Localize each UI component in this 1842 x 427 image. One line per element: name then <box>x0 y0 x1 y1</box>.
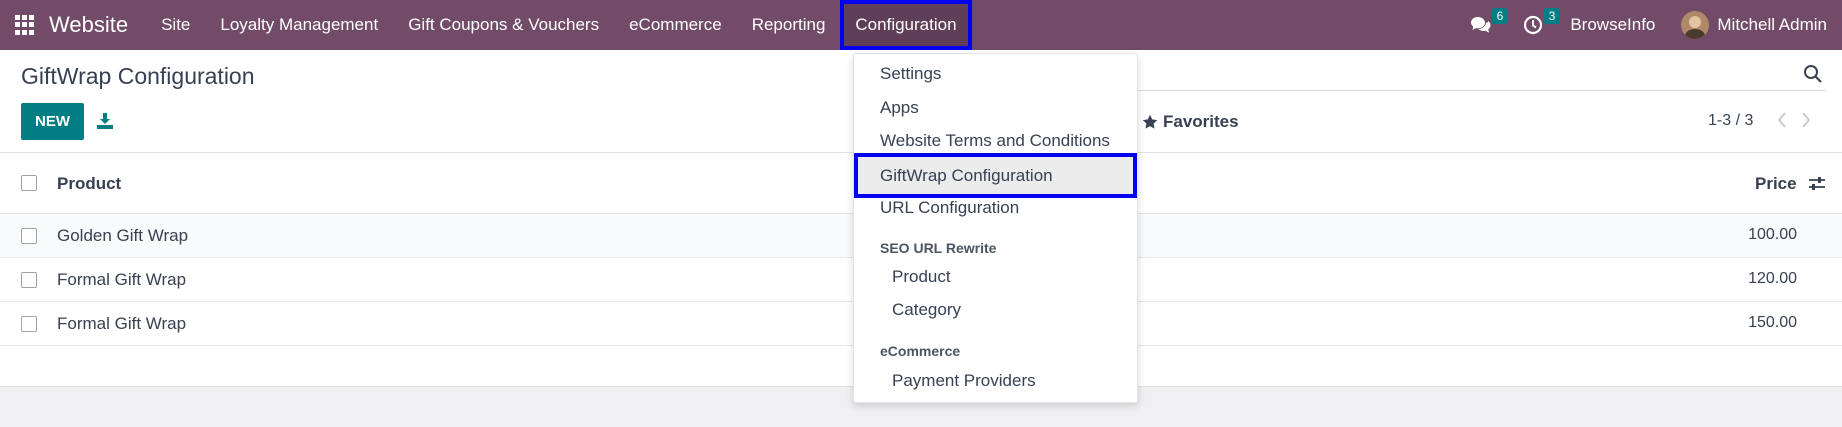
dropdown-item-seo-category[interactable]: Category <box>854 293 1137 326</box>
chevron-left-icon <box>1777 112 1786 128</box>
dropdown-section-seo: SEO URL Rewrite <box>880 240 997 256</box>
pager-next-button[interactable] <box>1798 110 1814 130</box>
menu-ecommerce[interactable]: eCommerce <box>614 0 737 50</box>
dropdown-item-url-configuration[interactable]: URL Configuration <box>854 191 1137 224</box>
dropdown-section-ecommerce: eCommerce <box>880 343 961 359</box>
company-switcher[interactable]: BrowseInfo <box>1570 15 1655 35</box>
column-header-price[interactable]: Price <box>1755 174 1797 194</box>
chat-icon <box>1471 17 1491 33</box>
row-checkbox[interactable] <box>21 316 37 332</box>
favorites-toggle[interactable]: Favorites <box>1142 112 1239 132</box>
cell-price: 100.00 <box>1748 226 1797 243</box>
user-avatar[interactable] <box>1681 11 1710 39</box>
star-icon <box>1142 114 1158 129</box>
new-button[interactable]: NEW <box>21 103 84 140</box>
apps-grid-icon[interactable] <box>15 15 35 35</box>
menu-reporting[interactable]: Reporting <box>737 0 841 50</box>
dropdown-item-seo-product[interactable]: Product <box>854 260 1137 293</box>
app-brand[interactable]: Website <box>49 12 128 38</box>
menu-configuration[interactable]: Configuration <box>840 0 972 50</box>
favorites-label: Favorites <box>1163 112 1239 131</box>
search-icon[interactable] <box>1803 64 1823 84</box>
messages-button[interactable]: 6 <box>1466 8 1509 40</box>
menu-site[interactable]: Site <box>146 0 205 50</box>
page-title: GiftWrap Configuration <box>21 63 255 89</box>
row-checkbox[interactable] <box>21 272 37 288</box>
activities-button[interactable]: 3 <box>1518 8 1561 40</box>
menu-loyalty-management[interactable]: Loyalty Management <box>205 0 393 50</box>
select-all-checkbox[interactable] <box>21 175 37 191</box>
pager-value[interactable]: 1-3 / 3 <box>1708 112 1753 130</box>
cell-price: 150.00 <box>1748 314 1797 331</box>
row-checkbox[interactable] <box>21 228 37 244</box>
pager-previous-button[interactable] <box>1774 110 1790 130</box>
messages-badge: 6 <box>1491 8 1509 24</box>
column-header-product[interactable]: Product <box>57 174 121 194</box>
clock-icon <box>1524 15 1543 35</box>
dropdown-item-settings[interactable]: Settings <box>854 57 1137 90</box>
download-icon[interactable] <box>96 112 114 130</box>
activities-badge: 3 <box>1543 8 1561 24</box>
cell-product: Golden Gift Wrap <box>57 226 189 245</box>
chevron-right-icon <box>1802 112 1811 128</box>
cell-product: Formal Gift Wrap <box>57 270 187 289</box>
search-input[interactable] <box>1138 90 1826 91</box>
cell-price: 120.00 <box>1748 270 1797 287</box>
dropdown-item-payment-providers[interactable]: Payment Providers <box>854 364 1137 397</box>
navbar-systray: 6 3 BrowseInfo Mitchell Admin <box>1466 0 1842 50</box>
dropdown-item-apps[interactable]: Apps <box>854 91 1137 124</box>
user-menu[interactable]: Mitchell Admin <box>1717 15 1827 35</box>
sliders-icon[interactable] <box>1808 175 1826 193</box>
configuration-dropdown: Settings Apps Website Terms and Conditio… <box>853 53 1138 403</box>
top-navbar: Website Site Loyalty Management Gift Cou… <box>0 0 1842 50</box>
menu-gift-coupons[interactable]: Gift Coupons & Vouchers <box>393 0 614 50</box>
cell-product: Formal Gift Wrap <box>57 314 187 333</box>
